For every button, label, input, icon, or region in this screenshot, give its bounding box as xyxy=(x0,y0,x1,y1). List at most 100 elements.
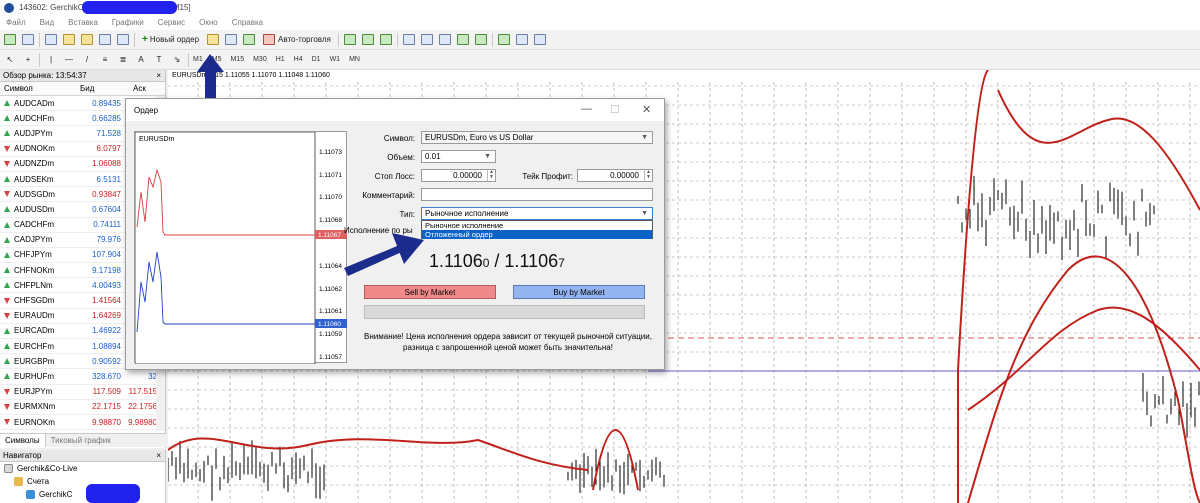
stepper-icon[interactable]: ▲ ▼ xyxy=(644,170,652,181)
new-order-button[interactable]: + Новый ордер xyxy=(139,32,202,47)
bid-price-tag: 1.11060 xyxy=(318,321,341,328)
channel-button[interactable]: ≡ xyxy=(98,52,112,67)
volume-combo[interactable]: 0.01 ▼ xyxy=(421,150,496,163)
stop-loss-input[interactable]: 0.00000 ▲ ▼ xyxy=(421,169,496,182)
symbol-select[interactable]: EURUSDm, Euro vs US Dollar ▼ xyxy=(421,131,653,144)
column-bid[interactable]: Бид xyxy=(80,84,125,93)
arrow-down-icon xyxy=(4,191,10,198)
standard-toolbar: + Новый ордер Авто-торговля xyxy=(0,30,1200,50)
type-option-pending[interactable]: Отложенный ордер xyxy=(422,230,652,239)
timeframe-mn[interactable]: MN xyxy=(349,56,360,63)
candlestick-button[interactable] xyxy=(361,32,375,47)
data-window-button[interactable] xyxy=(62,32,76,47)
menu-file[interactable]: Файл xyxy=(6,18,26,27)
toolbar-divider xyxy=(337,32,339,47)
arrows-button[interactable]: ⇘ xyxy=(170,52,184,67)
market-button[interactable] xyxy=(242,32,256,47)
autotrading-button[interactable]: Авто-торговля xyxy=(260,32,334,47)
sell-by-market-button[interactable]: Sell by Market xyxy=(364,285,496,299)
arrow-up-icon xyxy=(4,176,10,183)
timeframe-m30[interactable]: M30 xyxy=(253,56,267,63)
buy-by-market-button[interactable]: Buy by Market xyxy=(513,285,645,299)
arrow-down-icon xyxy=(4,145,10,152)
accounts-icon xyxy=(14,477,23,486)
fibo-button[interactable]: ≣ xyxy=(116,52,130,67)
profiles-button[interactable] xyxy=(21,32,35,47)
bar-chart-button[interactable] xyxy=(343,32,357,47)
trendline-button[interactable]: / xyxy=(80,52,94,67)
timeframe-w1[interactable]: W1 xyxy=(330,56,341,63)
metaeditor-button[interactable] xyxy=(206,32,220,47)
terminal-button[interactable] xyxy=(98,32,112,47)
ask-price-tag: 1.11067 xyxy=(318,232,341,239)
row-bid: 0.74111 xyxy=(93,220,121,230)
navigator-item-account[interactable]: GerchikC xyxy=(0,488,165,501)
market-watch-row[interactable]: EURNOKm 9.98870 9.98980 xyxy=(0,415,165,431)
crosshair-button[interactable]: + xyxy=(21,52,35,67)
periods-button[interactable] xyxy=(515,32,529,47)
indicators-button[interactable] xyxy=(497,32,511,47)
tab-tick-chart[interactable]: Тиковый график xyxy=(46,434,116,447)
chart-shift-button[interactable] xyxy=(456,32,470,47)
navigator-account-label: GerchikC xyxy=(39,490,73,499)
line-chart-button[interactable] xyxy=(379,32,393,47)
row-bid: 9.98870 xyxy=(92,417,121,427)
bollinger-band-upper xyxy=(997,89,1200,211)
row-symbol: EURAUDm xyxy=(0,311,80,320)
row-symbol: EURCADm xyxy=(0,326,80,335)
menu-help[interactable]: Справка xyxy=(232,18,263,27)
menu-view[interactable]: Вид xyxy=(40,18,54,27)
vertical-line-button[interactable]: | xyxy=(44,52,58,67)
tester-button[interactable] xyxy=(116,32,130,47)
menu-tools[interactable]: Сервис xyxy=(158,18,185,27)
close-icon[interactable]: ✕ xyxy=(642,103,651,116)
maximize-icon: ☐ xyxy=(610,104,620,116)
signals-button[interactable] xyxy=(224,32,238,47)
text-button[interactable]: A xyxy=(134,52,148,67)
timeframe-m15[interactable]: M15 xyxy=(230,56,244,63)
stepper-icon[interactable]: ▲ ▼ xyxy=(487,170,495,181)
take-profit-input[interactable]: 0.00000 ▲ ▼ xyxy=(577,169,653,182)
close-icon[interactable]: × xyxy=(156,451,161,460)
new-chart-button[interactable] xyxy=(3,32,17,47)
column-ask[interactable]: Аск xyxy=(125,84,161,93)
menu-insert[interactable]: Вставка xyxy=(68,18,98,27)
zoom-out-button[interactable] xyxy=(420,32,434,47)
market-watch-row[interactable]: EURMXNm 22.1715 22.1756 xyxy=(0,400,165,415)
column-symbol[interactable]: Символ xyxy=(0,84,80,93)
timeframe-m1[interactable]: M1 xyxy=(193,56,203,63)
tab-symbols[interactable]: Символы xyxy=(0,434,46,447)
menu-charts[interactable]: Графики xyxy=(112,18,144,27)
label-button[interactable]: T xyxy=(152,52,166,67)
timeframe-m5[interactable]: M5 xyxy=(212,56,222,63)
zoom-in-button[interactable] xyxy=(402,32,416,47)
navigator-button[interactable] xyxy=(80,32,94,47)
minimize-icon[interactable]: — xyxy=(581,103,592,115)
timeframe-h1[interactable]: H1 xyxy=(276,56,285,63)
autoscroll-button[interactable] xyxy=(474,32,488,47)
market-watch-row[interactable]: EURHUFm 328.670 32 xyxy=(0,369,165,385)
timeframe-d1[interactable]: D1 xyxy=(312,56,321,63)
tile-windows-button[interactable] xyxy=(438,32,452,47)
navigator-item-server[interactable]: Gerchik&Co-Live xyxy=(0,462,165,475)
row-bid: 79.976 xyxy=(96,235,121,245)
comment-input[interactable] xyxy=(421,188,653,201)
market-watch-button[interactable] xyxy=(44,32,58,47)
templates-button[interactable] xyxy=(533,32,547,47)
close-icon[interactable]: × xyxy=(156,71,161,80)
row-bid: 22.1715 xyxy=(92,402,121,412)
row-bid: 4.00493 xyxy=(92,280,121,290)
row-symbol-text: AUDCHFm xyxy=(14,113,54,123)
menu-window[interactable]: Окно xyxy=(199,18,218,27)
navigator-item-accounts[interactable]: Счета xyxy=(0,475,165,488)
row-symbol: EURJPYm xyxy=(0,387,80,396)
type-select[interactable]: Рыночное исполнение ▼ xyxy=(421,207,653,220)
row-symbol-text: EURGBPm xyxy=(14,356,55,366)
cursor-button[interactable]: ↖ xyxy=(3,52,17,67)
row-symbol-text: CHFSGDm xyxy=(14,296,55,306)
type-option-market[interactable]: Рыночное исполнение xyxy=(422,221,652,230)
horizontal-line-button[interactable]: — xyxy=(62,52,76,67)
timeframe-h4[interactable]: H4 xyxy=(294,56,303,63)
row-symbol-text: EURAUDm xyxy=(14,311,55,321)
market-watch-row[interactable]: EURJPYm 117.509 117.515 xyxy=(0,385,165,400)
